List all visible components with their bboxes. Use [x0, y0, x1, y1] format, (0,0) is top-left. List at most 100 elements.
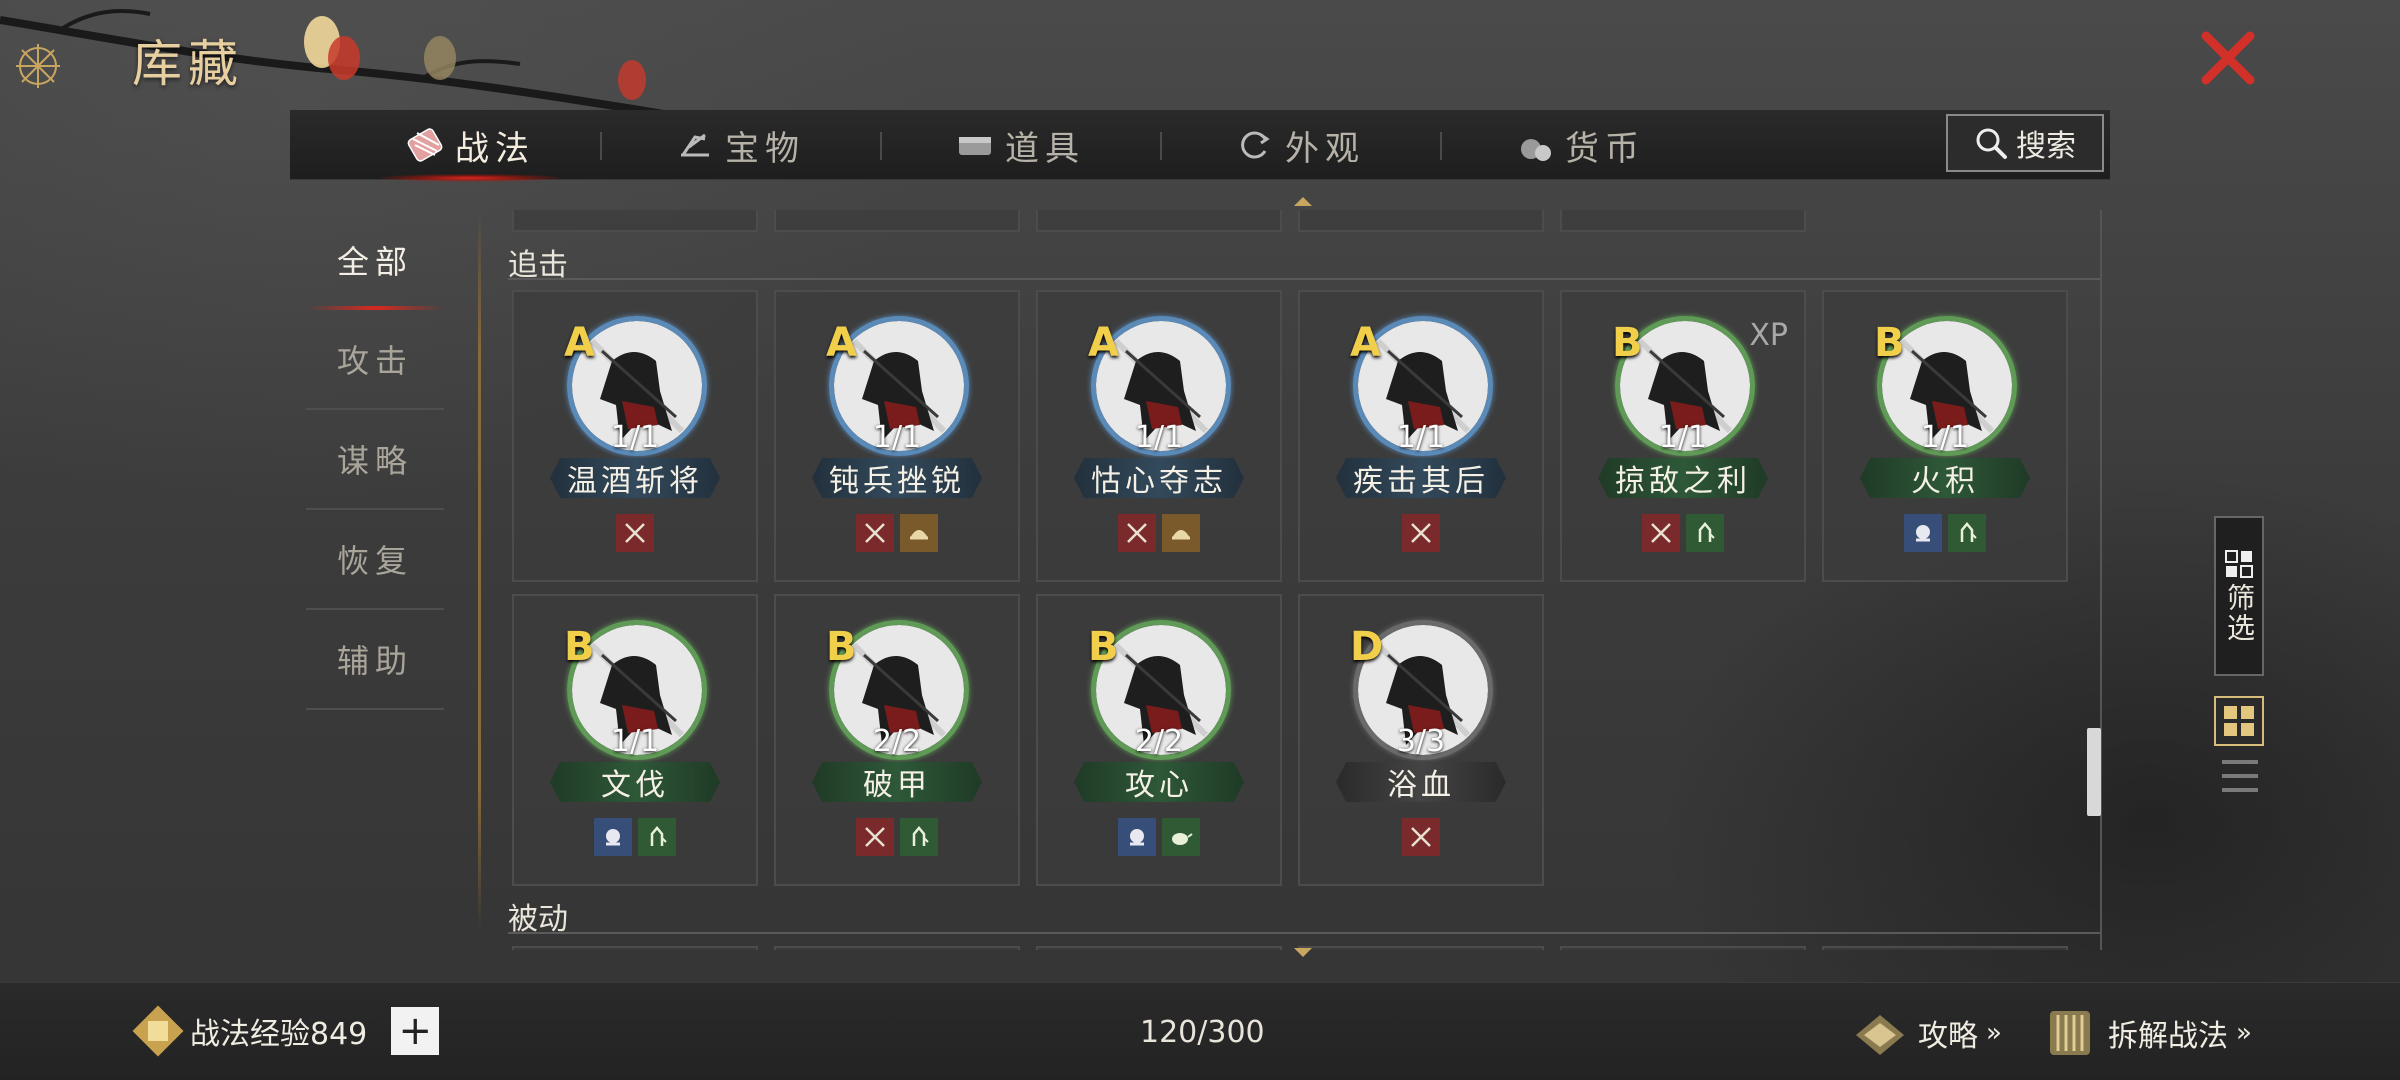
tactic-tags [1824, 514, 2066, 552]
grid-view-toggle[interactable] [2214, 696, 2264, 746]
green-heal-icon [900, 818, 938, 856]
scrollbar-thumb[interactable] [2087, 728, 2101, 816]
close-icon[interactable] [2196, 26, 2260, 90]
tab-divider [1440, 132, 1442, 160]
tab-label: 战法 [455, 128, 535, 169]
grade-badge: B [826, 624, 857, 670]
red-crossed-swords-icon [856, 514, 894, 552]
tactic-card[interactable]: B 2/2 攻心 [1036, 594, 1282, 886]
search-icon [1976, 128, 2007, 159]
green-teapot-icon [1162, 818, 1200, 856]
chest-icon [959, 137, 991, 155]
grid-scroll-track [2100, 210, 2102, 950]
red-crossed-swords-icon [1402, 818, 1440, 856]
tactic-card[interactable] [774, 210, 1020, 232]
tactic-card[interactable]: A 1/1 钝兵挫锐 [774, 290, 1020, 582]
chevron-right-icon: » [1986, 1018, 2002, 1048]
category-nav: 全部 攻击 谋略 恢复 辅助 [306, 210, 444, 710]
exp-label: 战法经验849 [190, 1017, 368, 1052]
tactic-tags [776, 514, 1018, 552]
tactic-card[interactable]: A 1/1 温酒斩将 [512, 290, 758, 582]
grade-badge: B [564, 624, 595, 670]
tactic-card[interactable] [1036, 946, 1282, 950]
tactic-card[interactable] [1298, 210, 1544, 232]
tab-divider [600, 132, 602, 160]
scroll-up-arrow-icon[interactable] [1292, 194, 1314, 208]
scroll-down-arrow-icon[interactable] [1292, 946, 1314, 960]
grade-badge: A [1088, 320, 1119, 366]
tactic-card[interactable]: A 1/1 疾击其后 [1298, 290, 1544, 582]
tactic-name: 钝兵挫锐 [812, 458, 982, 498]
book-icon [1856, 1015, 1904, 1055]
tab-items[interactable]: 道具 [910, 110, 1130, 180]
tactic-card[interactable] [1560, 946, 1806, 950]
add-exp-button[interactable]: + [391, 1007, 440, 1055]
cat-support[interactable]: 辅助 [306, 610, 444, 710]
bottom-bar: 战法经验849 + 120/300 攻略 » 拆解战法 » [0, 982, 2400, 1080]
list-view-icon[interactable] [2220, 758, 2260, 794]
tactic-card[interactable]: D 3/3 浴血 [1298, 594, 1544, 886]
tactic-card[interactable] [774, 946, 1020, 950]
tab-appearance[interactable]: 外观 [1190, 110, 1410, 180]
tab-treasure[interactable]: 宝物 [630, 110, 850, 180]
cat-strategy[interactable]: 谋略 [306, 410, 444, 510]
tactic-name: 温酒斩将 [550, 458, 720, 498]
tactic-name: 浴血 [1336, 762, 1506, 802]
guide-label: 攻略 [1918, 1019, 1978, 1054]
tactic-card[interactable] [512, 946, 758, 950]
tactic-count: 1/1 [1396, 420, 1446, 455]
tactic-card[interactable]: B 2/2 破甲 [774, 594, 1020, 886]
tactic-tags [514, 818, 756, 856]
tactics-exp: 战法经验849 + [132, 1003, 440, 1059]
cat-recovery[interactable]: 恢复 [306, 510, 444, 610]
blue-strategy-icon [1904, 514, 1942, 552]
tab-label: 货币 [1565, 128, 1645, 169]
tactic-card[interactable]: B XP 1/1 掠敌之利 [1560, 290, 1806, 582]
tab-tactics[interactable]: 战法 [360, 110, 580, 182]
dismantle-button[interactable]: 拆解战法 » [2040, 1005, 2252, 1061]
tab-label: 道具 [1005, 128, 1085, 169]
tactic-count: 2/2 [1134, 724, 1184, 759]
red-crossed-swords-icon [1118, 514, 1156, 552]
search-button[interactable]: 搜索 [1946, 114, 2104, 172]
tactic-card[interactable] [1560, 210, 1806, 232]
tactic-card[interactable] [1036, 210, 1282, 232]
grid-view-icon [2224, 706, 2254, 736]
blue-strategy-icon [1118, 818, 1156, 856]
blue-strategy-icon [594, 818, 632, 856]
tactic-card[interactable] [512, 210, 758, 232]
cat-label: 全部 [336, 243, 413, 281]
grade-badge: D [1350, 624, 1384, 670]
tactic-name: 掠敌之利 [1598, 458, 1768, 498]
tab-divider [880, 132, 882, 160]
tactic-count: 1/1 [1658, 420, 1708, 455]
filter-button[interactable]: 筛选 [2214, 516, 2264, 676]
cat-attack[interactable]: 攻击 [306, 310, 444, 410]
tactic-tags [776, 818, 1018, 856]
tactic-card[interactable] [1298, 946, 1544, 950]
filter-grid-icon [2225, 550, 2253, 578]
tactic-card[interactable]: B 1/1 文伐 [512, 594, 758, 886]
filter-label: 筛选 [2223, 583, 2256, 643]
tab-currency[interactable]: 货币 [1470, 110, 1690, 180]
red-crossed-swords-icon [616, 514, 654, 552]
treasure-cart-icon [681, 133, 709, 157]
red-crossed-swords-icon [856, 818, 894, 856]
tactic-card[interactable]: A 1/1 怙心夺志 [1036, 290, 1282, 582]
tactics-grid: 追击 A 1/1 温酒斩将 A 1/1 钝兵挫锐 A 1/1 怙心夺志 A 1/… [500, 210, 2102, 950]
tactic-count: 1/1 [610, 724, 660, 759]
tactic-tags [514, 514, 756, 552]
guide-button[interactable]: 攻略 » [1850, 1005, 2002, 1061]
brown-helmet-icon [900, 514, 938, 552]
cat-all[interactable]: 全部 [306, 210, 444, 310]
tactic-tags [1562, 514, 1804, 552]
nav-divider [478, 210, 481, 930]
capacity-count: 120/300 [1140, 1015, 1265, 1050]
red-crossed-swords-icon [1402, 514, 1440, 552]
tab-label: 宝物 [725, 128, 805, 169]
category-tab-bar: 战法 宝物 道具 外观 货币 [290, 110, 2110, 182]
tactic-count: 1/1 [1920, 420, 1970, 455]
tactic-card[interactable]: B 1/1 火积 [1822, 290, 2068, 582]
tactic-card[interactable] [1822, 946, 2068, 950]
dismantle-label: 拆解战法 [2108, 1019, 2228, 1054]
